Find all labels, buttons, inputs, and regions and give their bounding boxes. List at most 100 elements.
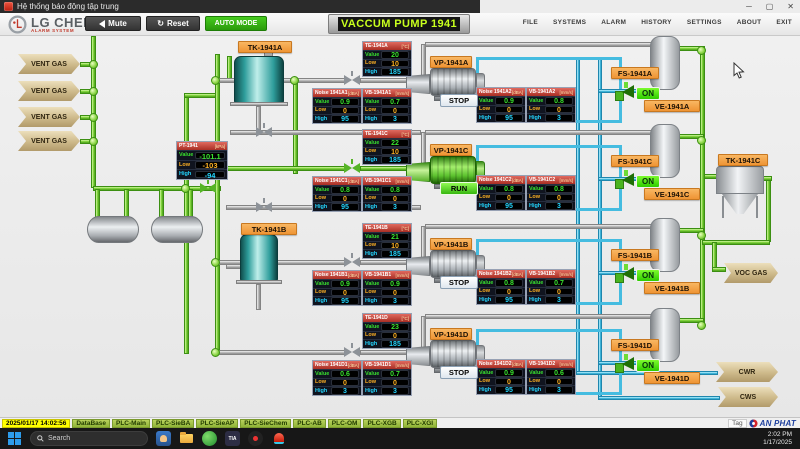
decor: 0 xyxy=(545,378,573,386)
decor: Value0.7 xyxy=(363,97,411,106)
decor: Noise 1941A1[dBA] xyxy=(313,89,361,97)
decor: 0.7 xyxy=(545,279,573,287)
noise-box-1: Noise 1941A1[dBA] Value0.9 Low0 High95 xyxy=(312,88,362,124)
pipe-suction xyxy=(215,350,346,355)
decor: High xyxy=(529,297,544,303)
decor xyxy=(160,435,167,442)
decor: Low xyxy=(315,379,330,385)
fs-state-button[interactable]: ON xyxy=(636,359,660,372)
decor: 95 xyxy=(495,386,523,394)
decor: Low0 xyxy=(477,105,525,114)
decor: VB-1941D1[mm/s] xyxy=(363,361,411,369)
decor: Value0.9 xyxy=(313,97,361,106)
decor: Low xyxy=(315,289,330,295)
decor: Value xyxy=(365,234,380,240)
decor: 3 xyxy=(545,386,573,394)
decor: [mm/s] xyxy=(560,90,574,95)
decor: High xyxy=(365,388,380,394)
maximize-icon[interactable]: ▢ xyxy=(766,2,774,11)
decor: Low0 xyxy=(313,288,361,297)
cwr-label: CWR xyxy=(716,362,778,382)
decor: VB-1941B1 xyxy=(365,272,391,278)
pipe-junction xyxy=(89,87,98,96)
decor: Value xyxy=(479,98,494,104)
pump-state-button[interactable]: STOP xyxy=(440,366,478,379)
close-icon[interactable]: ✕ xyxy=(787,2,794,11)
menu-exit[interactable]: EXIT xyxy=(776,19,792,26)
decor: High95 xyxy=(477,113,525,122)
decor: 0.7 xyxy=(381,370,409,378)
decor: Low xyxy=(365,289,380,295)
decor xyxy=(351,71,353,76)
vibration-box-2: VB-1941C2[mm/s] Value0.8 Low0 High3 xyxy=(526,175,576,211)
menu-systems[interactable]: SYSTEMS xyxy=(553,19,586,26)
menu-alarm[interactable]: ALARM xyxy=(601,19,626,26)
taskbar-app-person-icon[interactable] xyxy=(156,431,171,446)
decor: 0.6 xyxy=(331,370,359,378)
auto-mode-button[interactable]: AUTO MODE xyxy=(205,16,267,31)
decor: VB-1941D2[mm/s] xyxy=(527,360,575,368)
menu-file[interactable]: FILE xyxy=(523,19,538,26)
decor: High xyxy=(365,341,380,347)
decor: [dBA] xyxy=(512,90,523,95)
window-controls: ─ ▢ ✕ xyxy=(746,0,794,13)
decor xyxy=(352,347,360,357)
ve-tag-label: VE-1941A xyxy=(644,100,700,112)
reset-button[interactable]: ↻Reset xyxy=(146,16,200,31)
taskbar-app-record-icon[interactable] xyxy=(248,431,263,446)
decor xyxy=(274,433,284,444)
decor: Reset xyxy=(167,19,189,28)
taskbar-tia-portal-icon[interactable]: TIA xyxy=(225,431,240,446)
taskbar-alarm-app-icon[interactable] xyxy=(271,431,286,446)
decor: Low xyxy=(529,378,544,384)
menu-settings[interactable]: SETTINGS xyxy=(687,19,722,26)
menu-about[interactable]: ABOUT xyxy=(737,19,762,26)
fs-state-button[interactable]: ON xyxy=(636,269,660,282)
decor: Value0.8 xyxy=(477,278,525,287)
search-input[interactable]: Search xyxy=(30,431,148,446)
tank-label-tka: TK-1941A xyxy=(238,41,292,53)
taskbar-clock[interactable]: 2:02 PM 1/17/2025 xyxy=(763,431,792,447)
pipe-discharge xyxy=(425,224,653,229)
taskbar-file-explorer-icon[interactable] xyxy=(179,431,194,446)
noise-box-2: Noise 1941C2[dBA] Value0.8 Low0 High95 xyxy=(476,175,526,211)
decor: VB-1941A2[mm/s] xyxy=(527,88,575,96)
fs-state-button[interactable]: ON xyxy=(636,87,660,100)
pipe-suction xyxy=(215,260,346,265)
noise-box-2: Noise 1941B2[dBA] Value0.8 Low0 High95 xyxy=(476,269,526,305)
pump-state-button[interactable]: STOP xyxy=(440,94,478,107)
decor: VB-1941D2 xyxy=(529,361,555,367)
fs-state-button[interactable]: ON xyxy=(636,175,660,188)
decor: Value xyxy=(479,370,494,376)
pump-state-button[interactable]: STOP xyxy=(440,276,478,289)
mute-button[interactable]: Mute xyxy=(85,16,141,31)
pump-tag-label: VP-1941D xyxy=(430,328,472,340)
decor: [dBA] xyxy=(512,178,523,183)
decor: High95 xyxy=(313,202,361,211)
decor: Value xyxy=(365,371,380,377)
decor: High3 xyxy=(527,295,575,304)
decor: Low xyxy=(315,107,330,113)
decor: 0.9 xyxy=(495,369,523,377)
start-button-icon[interactable] xyxy=(8,432,22,446)
pump-state-button[interactable]: RUN xyxy=(440,182,478,195)
decor: Value0.9 xyxy=(477,368,525,377)
pump-tag-label: VP-1941C xyxy=(430,144,472,156)
decor: Value0.9 xyxy=(313,279,361,288)
taskbar-app-globe-icon[interactable] xyxy=(202,431,217,446)
decor: [mm/s] xyxy=(396,179,410,184)
scada-application-window: Hệ thống báo động tập trung ─ ▢ ✕ LG CHE… xyxy=(0,0,800,449)
decor: Low xyxy=(365,242,380,248)
lg-logo-icon xyxy=(8,15,27,34)
noise-box-1: Noise 1941B1[dBA] Value0.9 Low0 High95 xyxy=(312,270,362,306)
vendor-logo: AN PHAT xyxy=(749,419,796,428)
decor: High3 xyxy=(313,386,361,395)
decor: Low0 xyxy=(363,106,411,115)
decor: TE-1941A xyxy=(365,43,388,49)
minimize-icon[interactable]: ─ xyxy=(746,2,752,11)
plc-status-badge: PLC-SieBA xyxy=(152,419,194,428)
plc-status-badge: PLC-AB xyxy=(293,419,326,428)
decor: -101.1 xyxy=(195,152,225,160)
decor: 0.8 xyxy=(381,186,409,194)
menu-history[interactable]: HISTORY xyxy=(641,19,672,26)
